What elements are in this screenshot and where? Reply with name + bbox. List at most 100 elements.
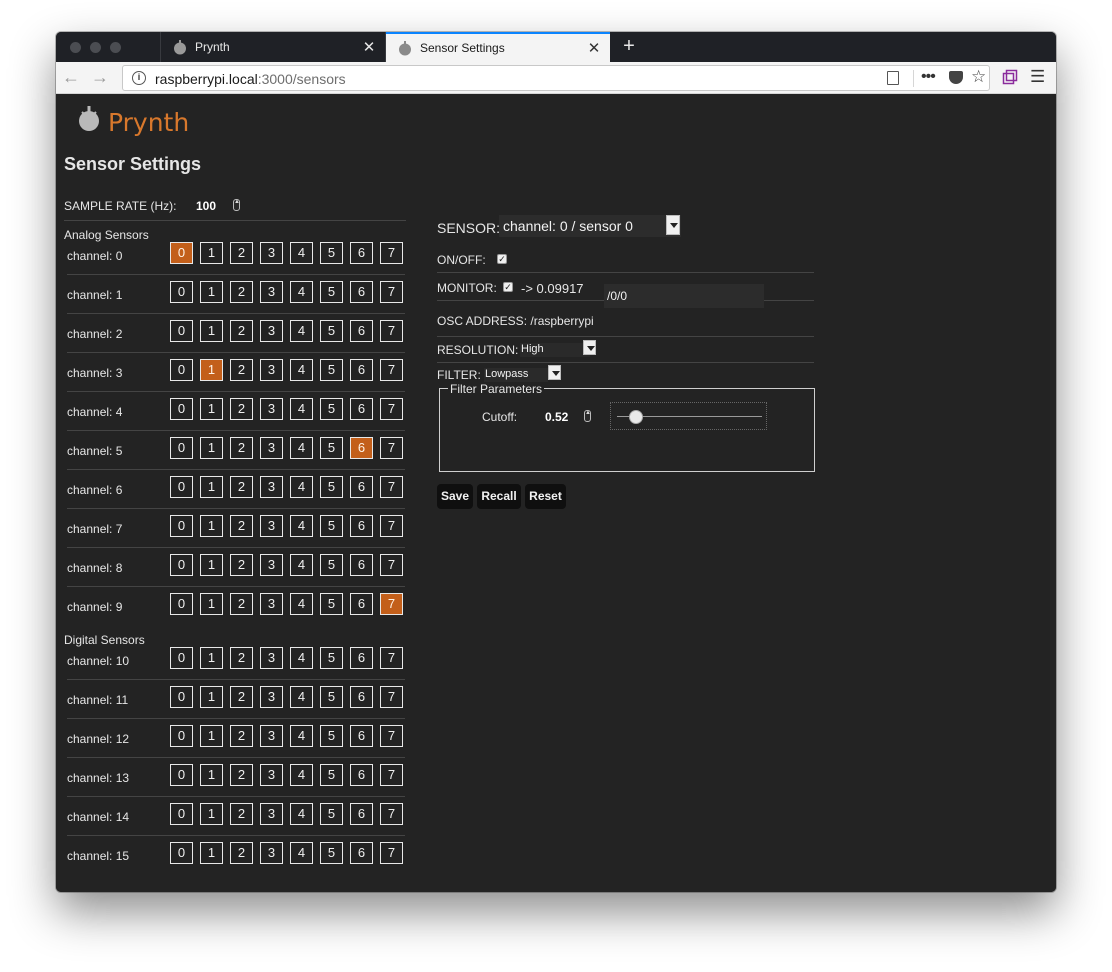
channel-sensor-button[interactable]: 3 — [260, 647, 283, 669]
channel-sensor-button[interactable]: 3 — [260, 320, 283, 342]
channel-sensor-button[interactable]: 5 — [320, 554, 343, 576]
channel-sensor-button[interactable]: 3 — [260, 803, 283, 825]
channel-sensor-button[interactable]: 6 — [350, 593, 373, 615]
channel-sensor-button[interactable]: 6 — [350, 803, 373, 825]
channel-sensor-button[interactable]: 3 — [260, 398, 283, 420]
dropdown-arrow-icon[interactable] — [583, 340, 596, 355]
channel-sensor-button[interactable]: 4 — [290, 281, 313, 303]
channel-sensor-button[interactable]: 2 — [230, 686, 253, 708]
channel-sensor-button[interactable]: 4 — [290, 686, 313, 708]
channel-sensor-button[interactable]: 5 — [320, 398, 343, 420]
channel-sensor-button[interactable]: 6 — [350, 515, 373, 537]
slider-thumb[interactable] — [628, 410, 643, 424]
channel-sensor-button[interactable]: 2 — [230, 554, 253, 576]
channel-sensor-button[interactable]: 6 — [350, 242, 373, 264]
resolution-select[interactable]: High — [520, 343, 590, 357]
onoff-checkbox[interactable]: ✓ — [497, 254, 507, 264]
channel-sensor-button[interactable]: 4 — [290, 593, 313, 615]
channel-sensor-button[interactable]: 1 — [200, 398, 223, 420]
channel-sensor-button[interactable]: 4 — [290, 842, 313, 864]
channel-sensor-button[interactable]: 0 — [170, 803, 193, 825]
channel-sensor-button[interactable]: 2 — [230, 764, 253, 786]
channel-sensor-button[interactable]: 5 — [320, 242, 343, 264]
channel-sensor-button[interactable]: 5 — [320, 803, 343, 825]
tab-sensor-settings[interactable]: Sensor Settings ✕ — [386, 32, 610, 62]
channel-sensor-button[interactable]: 0 — [170, 398, 193, 420]
reader-view-icon[interactable] — [887, 71, 899, 85]
channel-sensor-button[interactable]: 2 — [230, 359, 253, 381]
channel-sensor-button[interactable]: 1 — [200, 437, 223, 459]
channel-sensor-button[interactable]: 0 — [170, 515, 193, 537]
channel-sensor-button[interactable]: 5 — [320, 725, 343, 747]
channel-sensor-button[interactable]: 6 — [350, 320, 373, 342]
spinner-icon[interactable]: ▲▼ — [584, 410, 591, 422]
channel-sensor-button[interactable]: 4 — [290, 515, 313, 537]
channel-sensor-button[interactable]: 7 — [380, 764, 403, 786]
channel-sensor-button[interactable]: 4 — [290, 242, 313, 264]
cutoff-slider[interactable] — [610, 402, 767, 430]
channel-sensor-button[interactable]: 4 — [290, 647, 313, 669]
channel-sensor-button[interactable]: 0 — [170, 476, 193, 498]
channel-sensor-button[interactable]: 0 — [170, 437, 193, 459]
bookmark-star-icon[interactable]: ☆ — [971, 67, 986, 87]
channel-sensor-button[interactable]: 4 — [290, 725, 313, 747]
channel-sensor-button[interactable]: 2 — [230, 281, 253, 303]
channel-sensor-button[interactable]: 2 — [230, 647, 253, 669]
channel-sensor-button[interactable]: 0 — [170, 842, 193, 864]
channel-sensor-button[interactable]: 3 — [260, 842, 283, 864]
channel-sensor-button[interactable]: 1 — [200, 320, 223, 342]
channel-sensor-button[interactable]: 6 — [350, 359, 373, 381]
channel-sensor-button[interactable]: 0 — [170, 242, 193, 264]
channel-sensor-button[interactable]: 7 — [380, 515, 403, 537]
channel-sensor-button[interactable]: 7 — [380, 242, 403, 264]
channel-sensor-button[interactable]: 1 — [200, 725, 223, 747]
channel-sensor-button[interactable]: 5 — [320, 281, 343, 303]
channel-sensor-button[interactable]: 2 — [230, 437, 253, 459]
channel-sensor-button[interactable]: 0 — [170, 686, 193, 708]
recall-button[interactable]: Recall — [477, 484, 521, 509]
channel-sensor-button[interactable]: 6 — [350, 647, 373, 669]
channel-sensor-button[interactable]: 6 — [350, 725, 373, 747]
channel-sensor-button[interactable]: 0 — [170, 593, 193, 615]
reset-button[interactable]: Reset — [525, 484, 566, 509]
channel-sensor-button[interactable]: 1 — [200, 686, 223, 708]
channel-sensor-button[interactable]: 7 — [380, 359, 403, 381]
close-window-button[interactable] — [70, 42, 81, 53]
channel-sensor-button[interactable]: 4 — [290, 359, 313, 381]
channel-sensor-button[interactable]: 3 — [260, 476, 283, 498]
channel-sensor-button[interactable]: 7 — [380, 686, 403, 708]
channel-sensor-button[interactable]: 5 — [320, 764, 343, 786]
channel-sensor-button[interactable]: 7 — [380, 437, 403, 459]
channel-sensor-button[interactable]: 5 — [320, 647, 343, 669]
channel-sensor-button[interactable]: 7 — [380, 725, 403, 747]
channel-sensor-button[interactable]: 5 — [320, 476, 343, 498]
channel-sensor-button[interactable]: 4 — [290, 803, 313, 825]
channel-sensor-button[interactable]: 4 — [290, 476, 313, 498]
channel-sensor-button[interactable]: 3 — [260, 554, 283, 576]
channel-sensor-button[interactable]: 6 — [350, 764, 373, 786]
channel-sensor-button[interactable]: 5 — [320, 515, 343, 537]
channel-sensor-button[interactable]: 0 — [170, 359, 193, 381]
channel-sensor-button[interactable]: 0 — [170, 647, 193, 669]
channel-sensor-button[interactable]: 2 — [230, 320, 253, 342]
channel-sensor-button[interactable]: 1 — [200, 515, 223, 537]
sample-rate-input[interactable]: 100 — [196, 199, 216, 213]
channel-sensor-button[interactable]: 3 — [260, 515, 283, 537]
extension-icon[interactable] — [1002, 69, 1018, 85]
channel-sensor-button[interactable]: 1 — [200, 242, 223, 264]
channel-sensor-button[interactable]: 2 — [230, 476, 253, 498]
channel-sensor-button[interactable]: 0 — [170, 554, 193, 576]
close-icon[interactable]: ✕ — [586, 39, 602, 57]
logo-text[interactable]: Prynth — [108, 108, 189, 137]
forward-arrow-icon[interactable]: → — [89, 68, 111, 88]
osc-address-input[interactable]: /0/0 — [604, 284, 764, 308]
channel-sensor-button[interactable]: 7 — [380, 320, 403, 342]
channel-sensor-button[interactable]: 2 — [230, 515, 253, 537]
channel-sensor-button[interactable]: 3 — [260, 242, 283, 264]
url-bar[interactable]: i raspberrypi.local:3000/sensors ••• ☆ — [122, 65, 990, 91]
cutoff-input[interactable]: 0.52 — [545, 410, 568, 424]
channel-sensor-button[interactable]: 0 — [170, 764, 193, 786]
channel-sensor-button[interactable]: 6 — [350, 476, 373, 498]
info-icon[interactable]: i — [132, 71, 146, 85]
channel-sensor-button[interactable]: 5 — [320, 593, 343, 615]
